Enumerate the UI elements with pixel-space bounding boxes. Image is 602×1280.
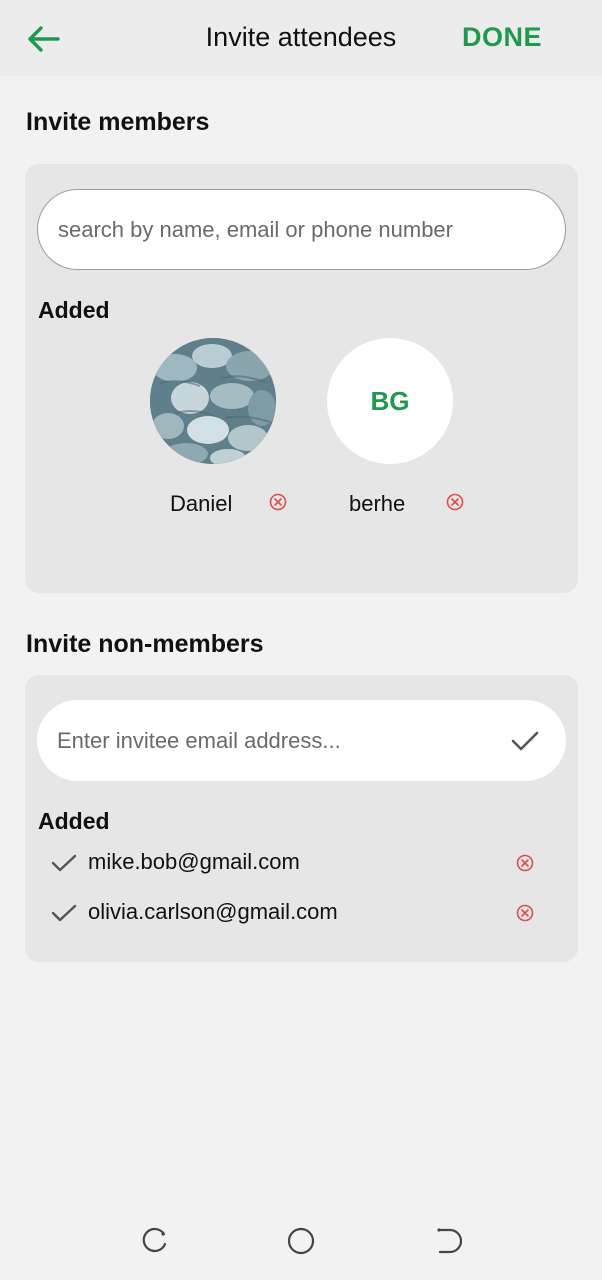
- remove-email-button[interactable]: [516, 904, 534, 922]
- invitee-email-input[interactable]: [57, 727, 508, 754]
- member-name-berhe: berhe: [349, 491, 406, 516]
- invite-members-card: Added Daniel BG berhe: [25, 164, 578, 593]
- invitee-email: mike.bob@gmail.com: [88, 849, 300, 874]
- system-nav-bar: [0, 1196, 602, 1280]
- remove-daniel-button[interactable]: [269, 493, 287, 511]
- member-search-box[interactable]: [37, 189, 566, 270]
- members-added-label: Added: [38, 297, 110, 323]
- remove-email-button[interactable]: [516, 854, 534, 872]
- check-icon: [51, 904, 77, 922]
- system-back-icon[interactable]: [434, 1226, 464, 1256]
- list-item: mike.bob@gmail.com: [47, 847, 547, 879]
- app-bar: Invite attendees DONE: [0, 0, 602, 76]
- member-name-daniel: Daniel: [170, 491, 233, 516]
- check-icon: [51, 854, 77, 872]
- list-item: olivia.carlson@gmail.com: [47, 897, 547, 929]
- invite-non-members-heading: Invite non-members: [26, 630, 264, 658]
- avatar-daniel: [150, 338, 276, 464]
- invitee-email: olivia.carlson@gmail.com: [88, 899, 338, 924]
- remove-berhe-button[interactable]: [446, 493, 464, 511]
- home-circle-icon[interactable]: [286, 1226, 316, 1256]
- done-button[interactable]: DONE: [462, 22, 542, 53]
- confirm-email-button[interactable]: [508, 724, 542, 758]
- invite-members-heading: Invite members: [26, 108, 210, 136]
- non-members-added-label: Added: [38, 808, 110, 834]
- recent-apps-icon[interactable]: [140, 1226, 170, 1256]
- member-search-input[interactable]: [58, 216, 565, 243]
- invitee-email-box[interactable]: [37, 700, 566, 781]
- check-icon: [511, 731, 539, 750]
- invite-non-members-card: Added mike.bob@gmail.com olivia.carlson@…: [25, 675, 578, 962]
- avatar-photo: [150, 338, 276, 464]
- avatar-berhe: BG: [327, 338, 453, 464]
